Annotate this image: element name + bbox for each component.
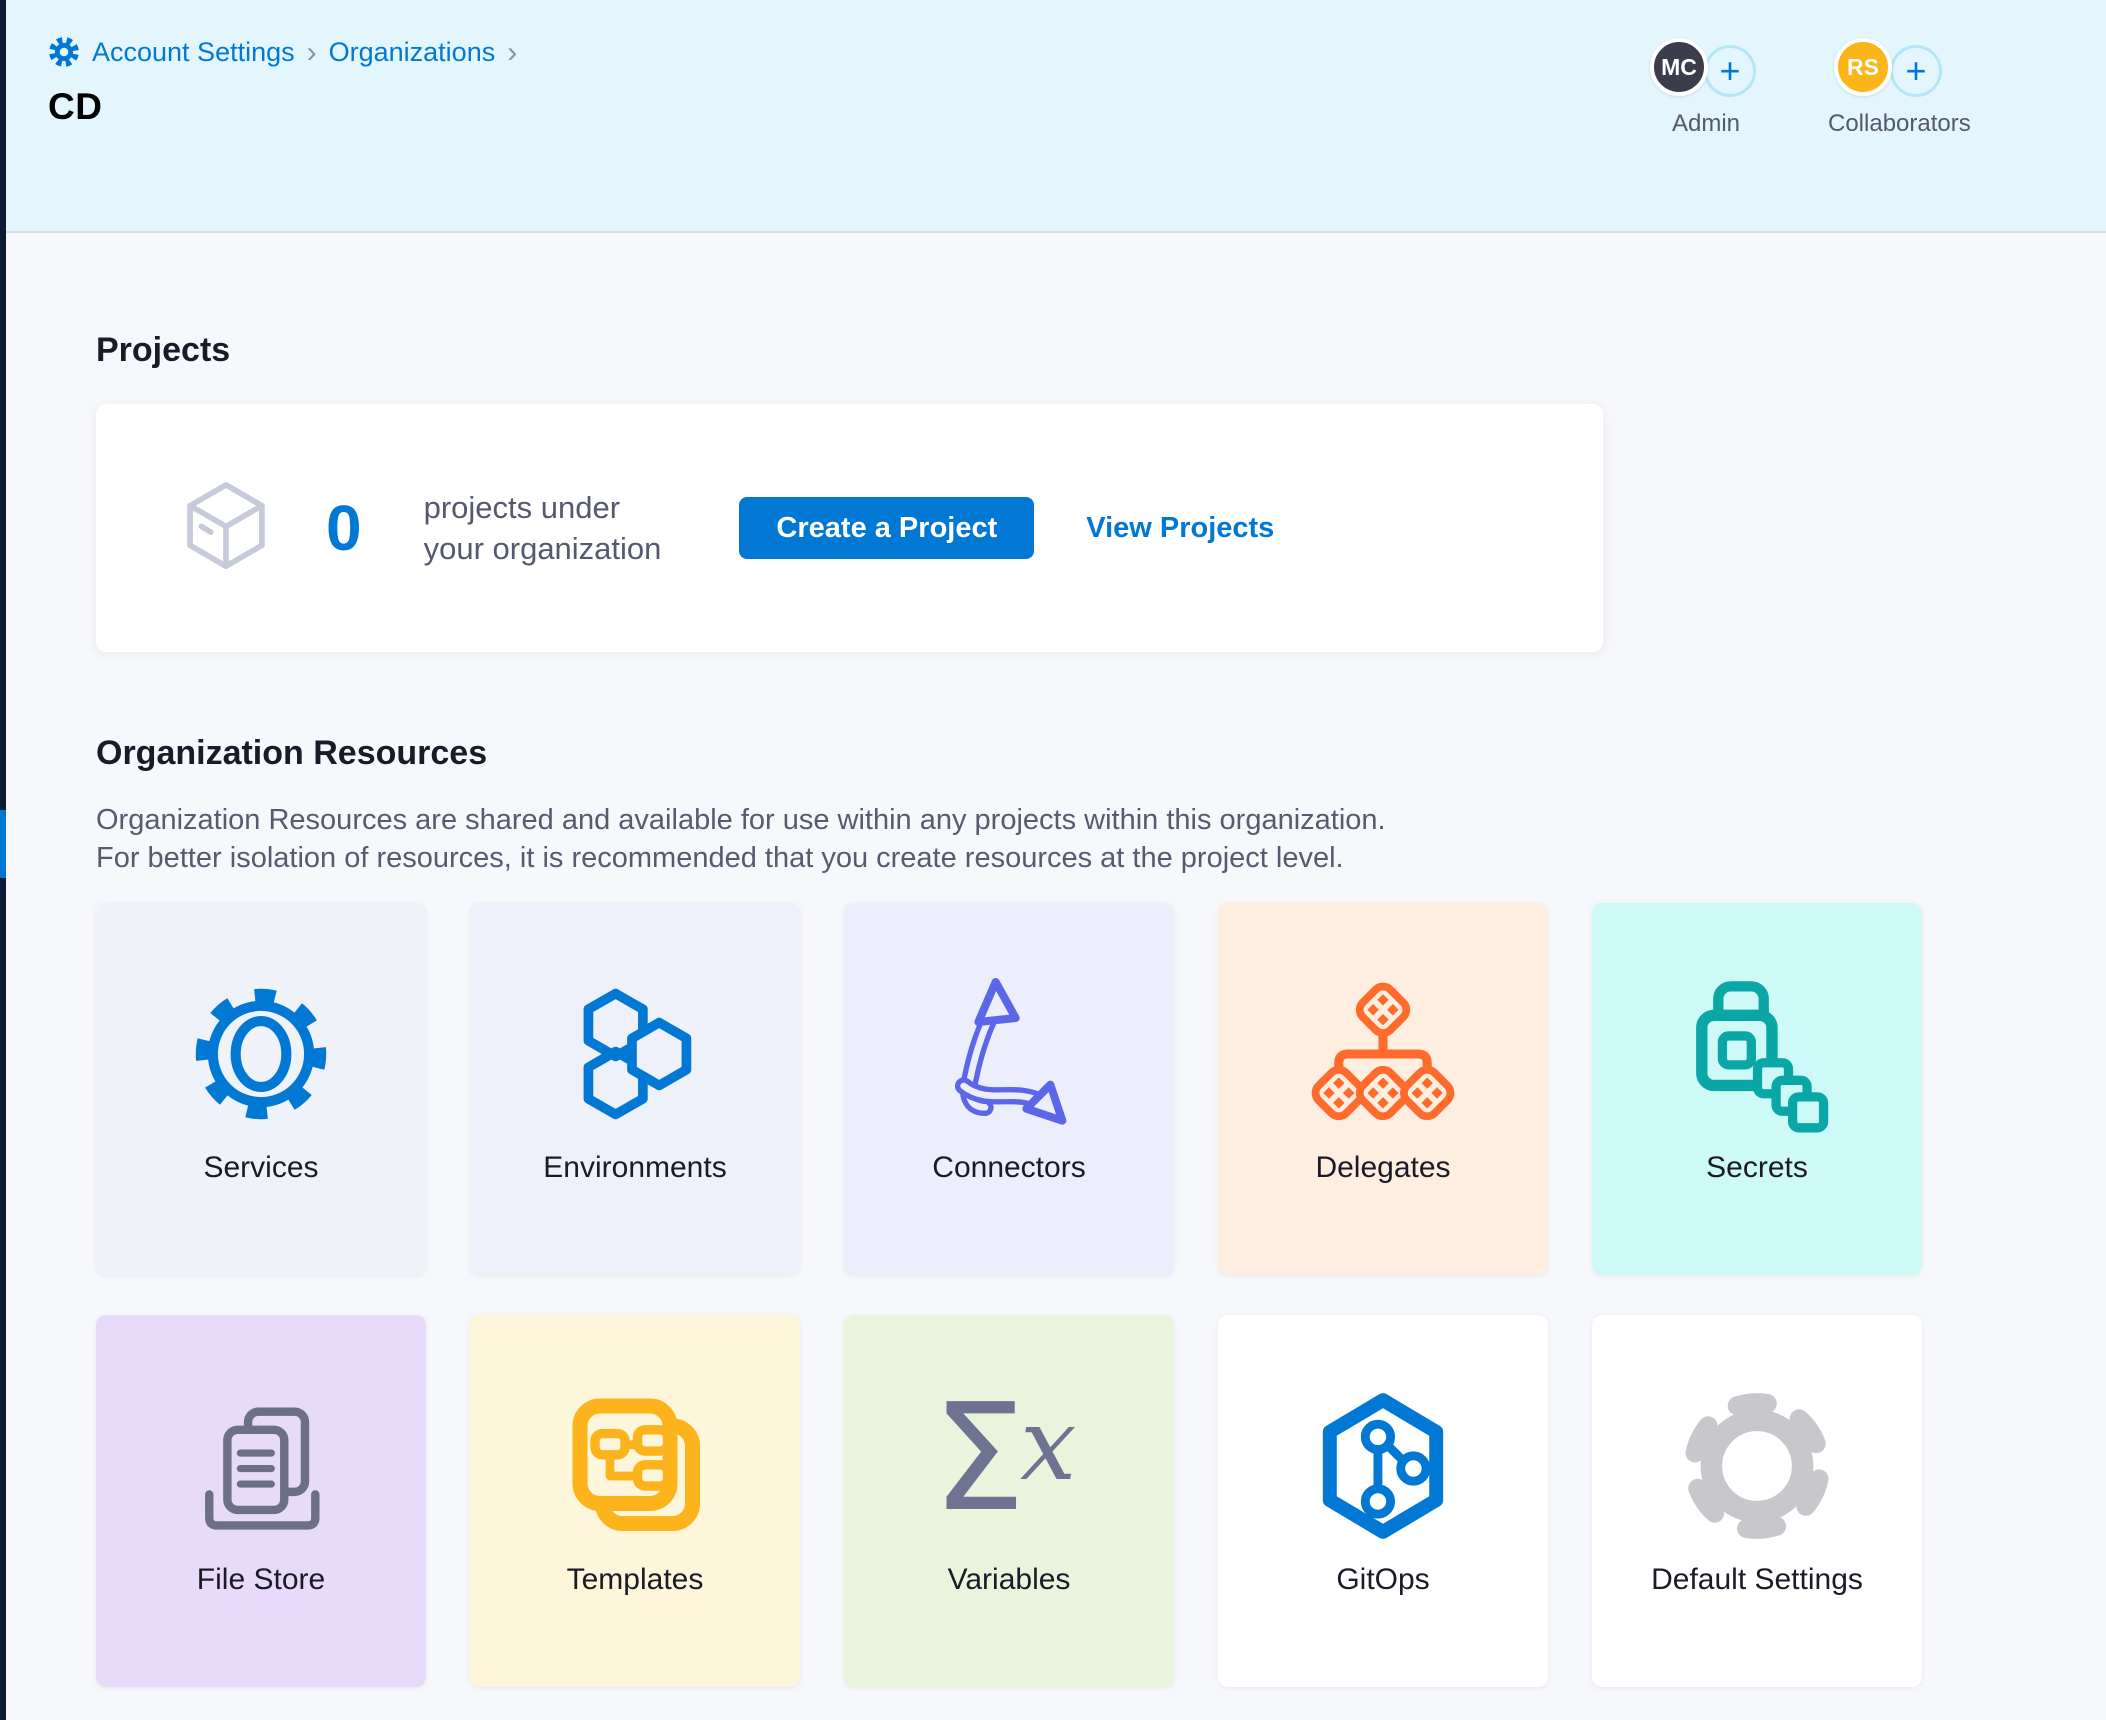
x-glyph: x [1020, 1385, 1076, 1505]
card-gitops[interactable]: GitOps [1218, 1315, 1548, 1687]
admin-avatar[interactable]: MC [1650, 38, 1708, 96]
nav-rail-highlight [0, 810, 6, 878]
view-projects-link[interactable]: View Projects [1086, 512, 1274, 545]
card-services[interactable]: Services [96, 903, 426, 1275]
org-resources-heading: Organization Resources [96, 734, 1928, 773]
templates-icon [470, 1373, 800, 1558]
variables-icon: Σ x [844, 1373, 1174, 1558]
card-delegates[interactable]: Delegates [1218, 903, 1548, 1275]
projects-count: 0 [326, 491, 362, 565]
default-settings-icon [1592, 1373, 1922, 1558]
services-icon [96, 961, 426, 1146]
add-collaborator-button[interactable]: + [1890, 45, 1942, 97]
projects-caption-line1: projects under [424, 487, 662, 528]
breadcrumb-link-organizations[interactable]: Organizations [329, 37, 496, 68]
org-resources-description-line1: Organization Resources are shared and av… [96, 804, 1386, 836]
sigma-glyph: Σ [932, 1373, 1026, 1543]
gitops-icon [1218, 1373, 1548, 1558]
breadcrumb-link-account-settings[interactable]: Account Settings [92, 37, 295, 68]
card-templates[interactable]: Templates [470, 1315, 800, 1687]
card-label: Secrets [1592, 1151, 1922, 1185]
breadcrumb: Account Settings › Organizations › [48, 34, 517, 70]
add-admin-button[interactable]: + [1704, 45, 1756, 97]
card-label: File Store [96, 1563, 426, 1597]
projects-summary-card: 0 projects under your organization Creat… [96, 404, 1603, 652]
admin-label: Admin [1650, 110, 1762, 138]
main-content: Projects 0 projects under your organizat… [96, 233, 1928, 1687]
projects-caption-line2: your organization [424, 528, 662, 569]
breadcrumb-separator: › [507, 34, 517, 70]
breadcrumb-separator: › [307, 34, 317, 70]
collapsed-nav-rail [0, 0, 6, 1720]
card-variables[interactable]: Σ x Variables [844, 1315, 1174, 1687]
card-label: Services [96, 1151, 426, 1185]
card-label: Environments [470, 1151, 800, 1185]
collaborator-avatar[interactable]: RS [1834, 38, 1892, 96]
file-store-icon [96, 1373, 426, 1558]
card-secrets[interactable]: Secrets [1592, 903, 1922, 1275]
card-file-store[interactable]: File Store [96, 1315, 426, 1687]
card-label: Connectors [844, 1151, 1174, 1185]
card-label: GitOps [1218, 1563, 1548, 1597]
org-resources-description-line2: For better isolation of resources, it is… [96, 842, 1344, 874]
environments-icon [470, 961, 800, 1146]
create-project-button[interactable]: Create a Project [739, 497, 1034, 559]
card-connectors[interactable]: Connectors [844, 903, 1174, 1275]
connectors-icon [844, 961, 1174, 1146]
card-label: Templates [470, 1563, 800, 1597]
card-label: Default Settings [1592, 1563, 1922, 1597]
page-title: CD [48, 86, 102, 128]
delegates-icon [1218, 961, 1548, 1146]
cube-icon [174, 476, 278, 581]
org-resources-grid: Services Environments [96, 903, 1926, 1687]
secrets-icon [1592, 961, 1922, 1146]
projects-caption: projects under your organization [424, 487, 662, 569]
card-label: Delegates [1218, 1151, 1548, 1185]
card-environments[interactable]: Environments [470, 903, 800, 1275]
card-default-settings[interactable]: Default Settings [1592, 1315, 1922, 1687]
collaborators-label: Collaborators [1828, 110, 1956, 138]
gear-icon [48, 36, 80, 68]
card-label: Variables [844, 1563, 1174, 1597]
page-header: Account Settings › Organizations › CD + … [0, 0, 2106, 233]
org-resources-description: Organization Resources are shared and av… [96, 801, 1928, 877]
projects-heading: Projects [96, 331, 1928, 370]
